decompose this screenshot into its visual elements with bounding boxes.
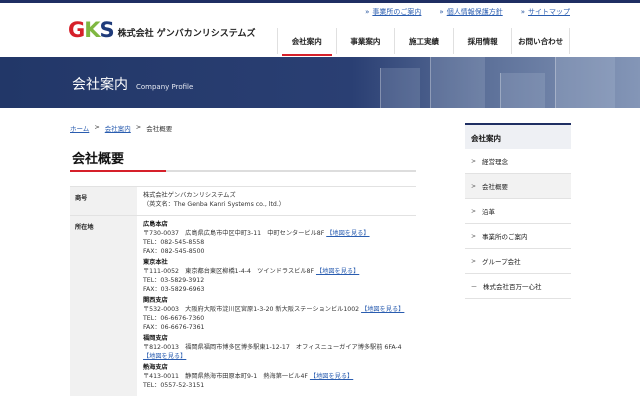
- office-name: 福岡支店: [143, 334, 168, 342]
- hero-heading: 会社案内 Company Profile: [72, 74, 193, 94]
- sidebar-item-history[interactable]: > 沿革: [465, 199, 571, 224]
- office-name: 熱海支店: [143, 363, 168, 371]
- util-link-offices[interactable]: » 事業所のご案内: [365, 7, 421, 17]
- office-name: 東京本社: [143, 258, 168, 266]
- breadcrumb: ホーム > 会社案内 > 会社概要: [70, 123, 173, 133]
- nav-recruit[interactable]: 採用情報: [452, 28, 512, 54]
- office-tel: TEL：03-5829-3912: [143, 276, 205, 284]
- office-tel: TEL：082-545-8558: [143, 238, 205, 246]
- hero-subtitle: Company Profile: [136, 83, 194, 91]
- office-address: 〒413-0011 静岡県熱海市田原本町9-1 熱海第一ビル4F 【地図を見る】: [143, 372, 354, 380]
- chevron-right-icon: >: [471, 182, 477, 190]
- table-row: 所在地 広島本店 〒730-0037 広島県広島市中区中町3-11 中町センター…: [70, 214, 416, 396]
- util-link-sitemap[interactable]: » サイトマップ: [521, 7, 570, 17]
- page-title: 会社概要: [72, 152, 125, 167]
- table-row: 商号 株式会社ゲンバカンリシステムズ （英文名：The Genba Kanri …: [70, 186, 416, 215]
- map-link[interactable]: 【地図を見る】: [361, 306, 404, 313]
- row-label: 商号: [70, 187, 137, 215]
- map-link[interactable]: 【地図を見る】: [326, 230, 369, 237]
- company-table: 商号 株式会社ゲンバカンリシステムズ （英文名：The Genba Kanri …: [70, 186, 416, 396]
- sidebar-item-overview[interactable]: > 会社概要: [465, 174, 571, 199]
- office-name: 広島本店: [143, 220, 168, 228]
- breadcrumb-home[interactable]: ホーム: [70, 123, 89, 133]
- map-link[interactable]: 【地図を見る】: [310, 373, 353, 380]
- breadcrumb-section[interactable]: 会社案内: [105, 123, 131, 133]
- map-link[interactable]: 【地図を見る】: [143, 353, 186, 360]
- title-underline: [70, 170, 416, 172]
- company-name: 株式会社 ゲンバカンリシステムズ: [117, 28, 256, 39]
- sidebar-title: 会社案内: [465, 123, 571, 149]
- sidebar: 会社案内 > 経営理念 > 会社概要 > 沿革 > 事業所のご案内 > グループ会社 ー株…: [465, 123, 571, 299]
- chevron-right-icon: >: [471, 207, 477, 215]
- row-label: 所在地: [70, 215, 137, 396]
- map-link[interactable]: 【地図を見る】: [316, 268, 359, 275]
- top-accent-bar: [0, 0, 640, 3]
- sidebar-item-philosophy[interactable]: > 経営理念: [465, 149, 571, 174]
- nav-contact[interactable]: お問い合わせ: [511, 28, 570, 54]
- office-address: 〒730-0037 広島県広島市中区中町3-11 中町センタービル8F 【地図を…: [143, 229, 370, 237]
- row-value: 広島本店 〒730-0037 広島県広島市中区中町3-11 中町センタービル8F…: [137, 216, 416, 396]
- office-name: 関西支店: [143, 296, 168, 304]
- global-nav: 会社案内 事業案内 施工実績 採用情報 お問い合わせ: [277, 28, 570, 56]
- nav-business[interactable]: 事業案内: [335, 28, 395, 54]
- chevron-right-icon: >: [471, 232, 477, 240]
- office-fax: FAX：06-6676-7361: [143, 323, 205, 331]
- nav-company[interactable]: 会社案内: [277, 28, 336, 56]
- office-tel: TEL：0557-52-3151: [143, 381, 205, 389]
- office-address: 〒111-0052 東京都台東区柳橋1-4-4 ツインドラスビル8F 【地図を見…: [143, 267, 360, 275]
- office-fax: FAX：03-5829-6963: [143, 285, 205, 293]
- office-fax: FAX：082-545-8500: [143, 247, 205, 255]
- dash-icon: ー: [471, 283, 478, 291]
- utility-links: » 事業所のご案内 » 個人情報保護方針 » サイトマップ: [365, 7, 570, 17]
- logo-mark: GKS: [68, 18, 115, 42]
- row-value: 株式会社ゲンバカンリシステムズ （英文名：The Genba Kanri Sys…: [143, 192, 285, 208]
- chevron-right-icon: >: [471, 157, 477, 165]
- breadcrumb-current: 会社概要: [146, 125, 173, 133]
- sidebar-item-group[interactable]: > グループ会社: [465, 249, 571, 274]
- nav-works[interactable]: 施工実績: [394, 28, 453, 54]
- office-tel: TEL：06-6676-7360: [143, 314, 205, 322]
- hero-title: 会社案内: [72, 77, 128, 93]
- site-logo[interactable]: GKS 株式会社 ゲンバカンリシステムズ: [68, 18, 256, 42]
- sidebar-item-hyakuman[interactable]: ー株式会社百万一心社: [465, 274, 571, 299]
- chevron-right-icon: >: [471, 257, 477, 265]
- office-address: 〒812-0013 福岡県福岡市博多区博多駅東1-12-17 オフィスニューガイ…: [143, 343, 402, 360]
- sidebar-item-offices[interactable]: > 事業所のご案内: [465, 224, 571, 249]
- util-link-privacy[interactable]: » 個人情報保護方針: [439, 7, 502, 17]
- office-address: 〒532-0003 大阪府大阪市淀川区宮原1-3-20 新大阪ステーションビル1…: [143, 305, 405, 313]
